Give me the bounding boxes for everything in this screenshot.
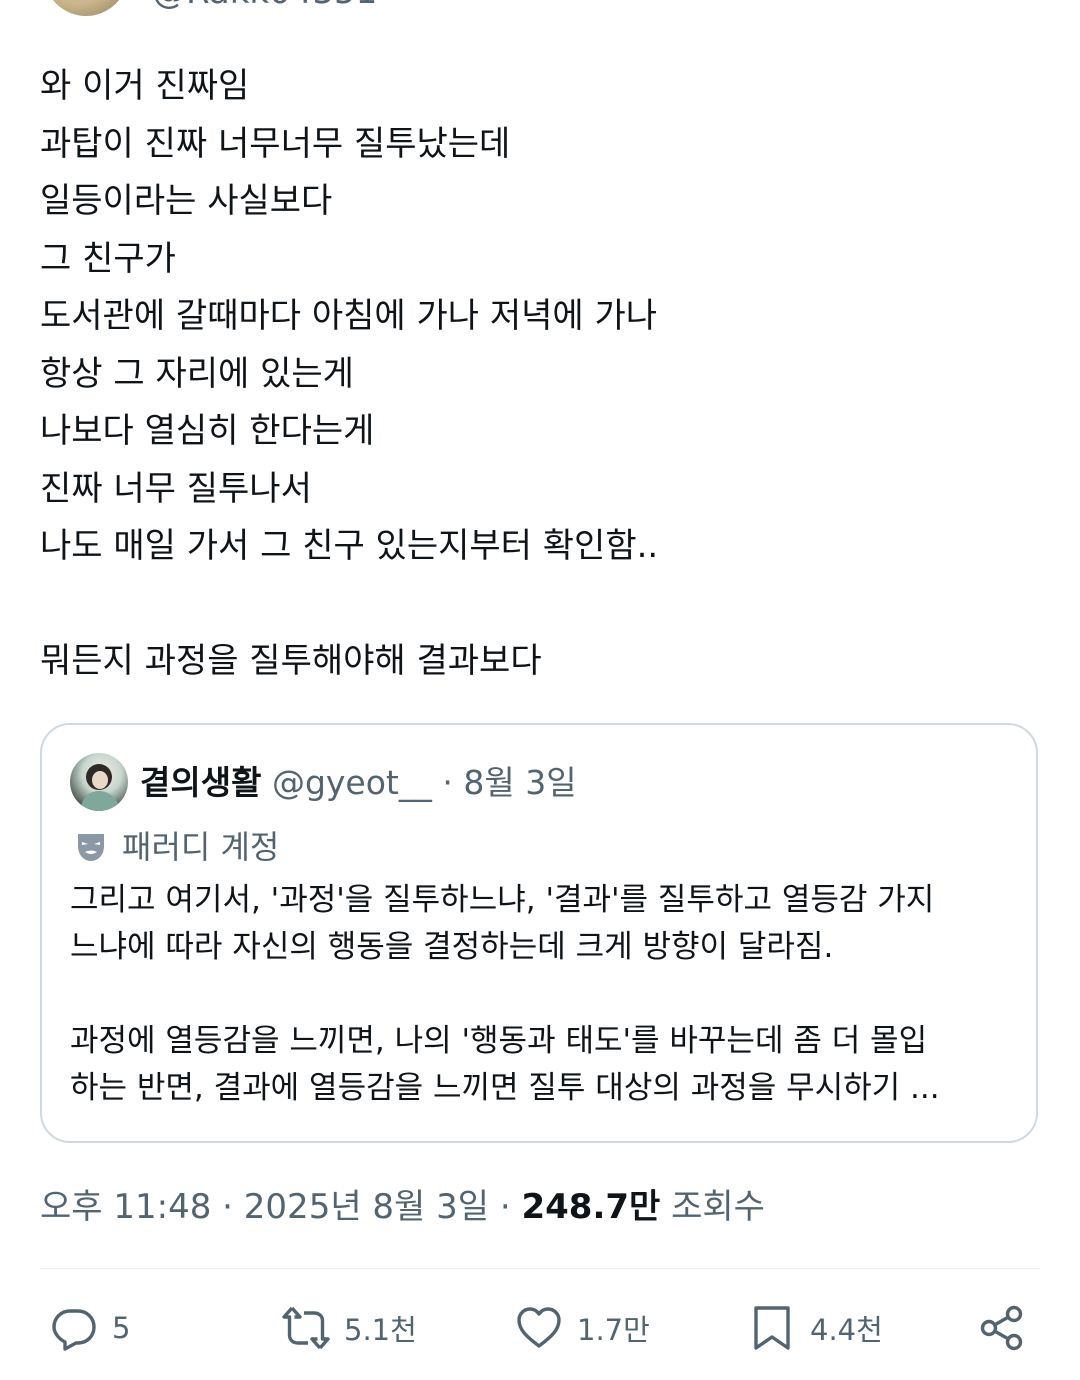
bookmark-count: 4.4천 xyxy=(810,1313,883,1347)
like-count: 1.7만 xyxy=(577,1313,650,1347)
quote-author-name[interactable]: 곁의생활 xyxy=(140,763,261,802)
meta-separator-2: · xyxy=(489,1187,522,1227)
quote-header: 곁의생활 @gyeot__ · 8월 3일 xyxy=(140,761,577,805)
meta-separator: · xyxy=(211,1187,244,1227)
tweet-time[interactable]: 오후 11:48 xyxy=(40,1187,211,1227)
quote-tweet-card[interactable]: 곁의생활 @gyeot__ · 8월 3일 패러디 계정 그리고 여기서, '과… xyxy=(40,723,1038,1143)
bookmark-button[interactable]: 4.4천 xyxy=(748,1300,883,1356)
parody-badge-label: 패러디 계정 xyxy=(122,828,280,866)
parody-badge: 패러디 계정 xyxy=(74,825,279,869)
author-avatar[interactable] xyxy=(44,0,128,16)
tweet-text: 와 이거 진짜임 과탑이 진짜 너무너무 질투났는데 일등이라는 사실보다 그 … xyxy=(40,66,659,681)
tweet-date[interactable]: 2025년 8월 3일 xyxy=(244,1187,489,1227)
quote-author-avatar[interactable] xyxy=(70,753,128,811)
quote-text: 그리고 여기서, '과정'을 질투하느냐, '결과'를 질투하고 열등감 가지 … xyxy=(70,882,940,1106)
share-button[interactable] xyxy=(978,1300,1026,1356)
avatar-illustration xyxy=(80,764,120,811)
bookmark-icon xyxy=(754,1306,790,1350)
author-handle[interactable]: @Rakk04351 xyxy=(152,0,377,14)
reply-icon xyxy=(52,1309,96,1351)
quote-author-handle[interactable]: @gyeot__ xyxy=(272,763,432,802)
views-count: 248.7만 xyxy=(521,1187,661,1227)
like-button[interactable]: 1.7만 xyxy=(515,1300,650,1356)
reply-button[interactable]: 5 xyxy=(50,1300,130,1356)
share-icon xyxy=(980,1305,1023,1351)
tweet-meta: 오후 11:48 · 2025년 8월 3일 · 248.7만 조회수 xyxy=(40,1184,765,1230)
reply-count: 5 xyxy=(112,1311,131,1345)
quote-date[interactable]: 8월 3일 xyxy=(463,763,576,802)
retweet-icon xyxy=(282,1306,330,1350)
retweet-count: 5.1천 xyxy=(344,1313,417,1347)
divider xyxy=(40,1268,1040,1269)
theater-mask-icon xyxy=(74,830,108,864)
retweet-button[interactable]: 5.1천 xyxy=(282,1300,417,1356)
views-label: 조회수 xyxy=(671,1187,765,1227)
quote-separator: · xyxy=(431,763,464,802)
heart-icon xyxy=(517,1307,561,1348)
